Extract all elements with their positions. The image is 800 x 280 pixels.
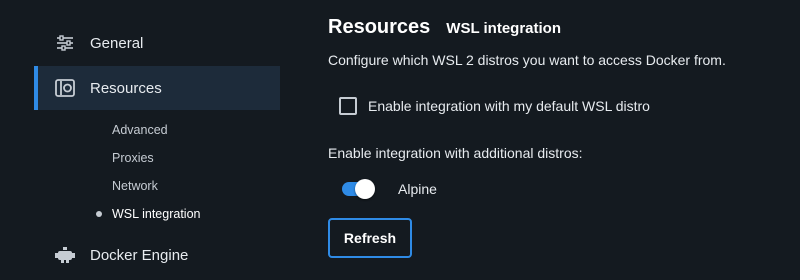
sliders-icon [54, 32, 76, 54]
sidebar-item-docker-engine[interactable]: Docker Engine [34, 233, 276, 277]
page-description: Configure which WSL 2 distros you want t… [328, 52, 726, 68]
sidebar: General Resources Advanced Proxies Netwo… [0, 0, 300, 280]
sidebar-item-label: Resources [90, 79, 162, 97]
sidebar-subitem-advanced[interactable]: Advanced [112, 121, 168, 139]
distro-name: Alpine [398, 181, 437, 197]
sidebar-subitem-network[interactable]: Network [112, 177, 158, 195]
distro-toggle-row[interactable]: Alpine [342, 179, 437, 199]
page-subtitle: WSL integration [446, 20, 562, 37]
default-distro-checkbox-label: Enable integration with my default WSL d… [368, 98, 650, 114]
sidebar-item-label: General [90, 34, 144, 52]
page-header: Resources WSL integration [328, 16, 561, 39]
default-distro-checkbox[interactable] [339, 97, 357, 115]
sidebar-item-general[interactable]: General [34, 21, 276, 65]
current-page-bullet [96, 211, 102, 217]
alpine-toggle[interactable] [342, 179, 375, 199]
sidebar-item-label: Docker Engine [90, 246, 189, 264]
sidebar-subitem-proxies[interactable]: Proxies [112, 149, 154, 167]
page-title: Resources [328, 16, 431, 38]
additional-distros-label: Enable integration with additional distr… [328, 145, 583, 161]
main-content: Resources WSL integration Configure whic… [328, 0, 800, 280]
resources-icon [54, 77, 76, 99]
refresh-button[interactable]: Refresh [328, 218, 412, 258]
default-distro-option[interactable]: Enable integration with my default WSL d… [339, 97, 650, 115]
docker-engine-icon [54, 244, 76, 266]
sidebar-item-resources[interactable]: Resources [34, 66, 280, 110]
sidebar-subitem-wsl-integration[interactable]: WSL integration [112, 205, 200, 223]
toggle-knob [355, 179, 375, 199]
